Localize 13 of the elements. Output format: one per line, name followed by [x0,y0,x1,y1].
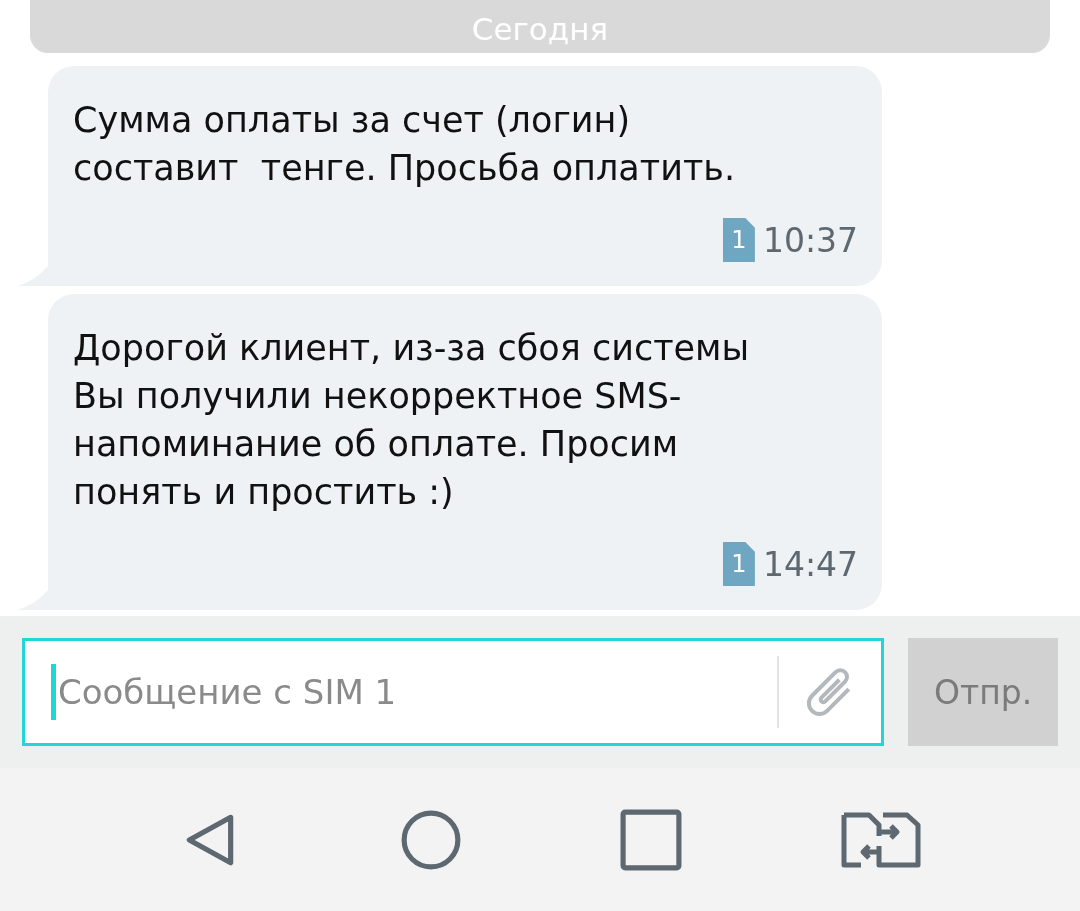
message-field[interactable]: Сообщение с SIM 1 [22,638,885,746]
sim-badge: 1 [722,542,755,586]
message-time: 10:37 [762,220,858,260]
message-input[interactable]: Сообщение с SIM 1 [56,671,760,713]
send-button[interactable]: Отпр. [908,638,1058,746]
home-icon[interactable] [399,808,462,871]
sim-badge: 1 [722,218,755,262]
recents-icon[interactable] [620,808,683,871]
sim-switch-icon[interactable] [840,811,921,868]
text-cursor [51,664,56,720]
message-text: Дорогой клиент, из-за сбоя системы Вы получили некорректное SMS-напоминание об оплате. Просим понять и простить :) [73,327,751,514]
message-text: Сумма оплаты за счет (логин) составит тенге. Просьба оплатить. [73,99,737,190]
message-time: 14:47 [762,544,858,584]
